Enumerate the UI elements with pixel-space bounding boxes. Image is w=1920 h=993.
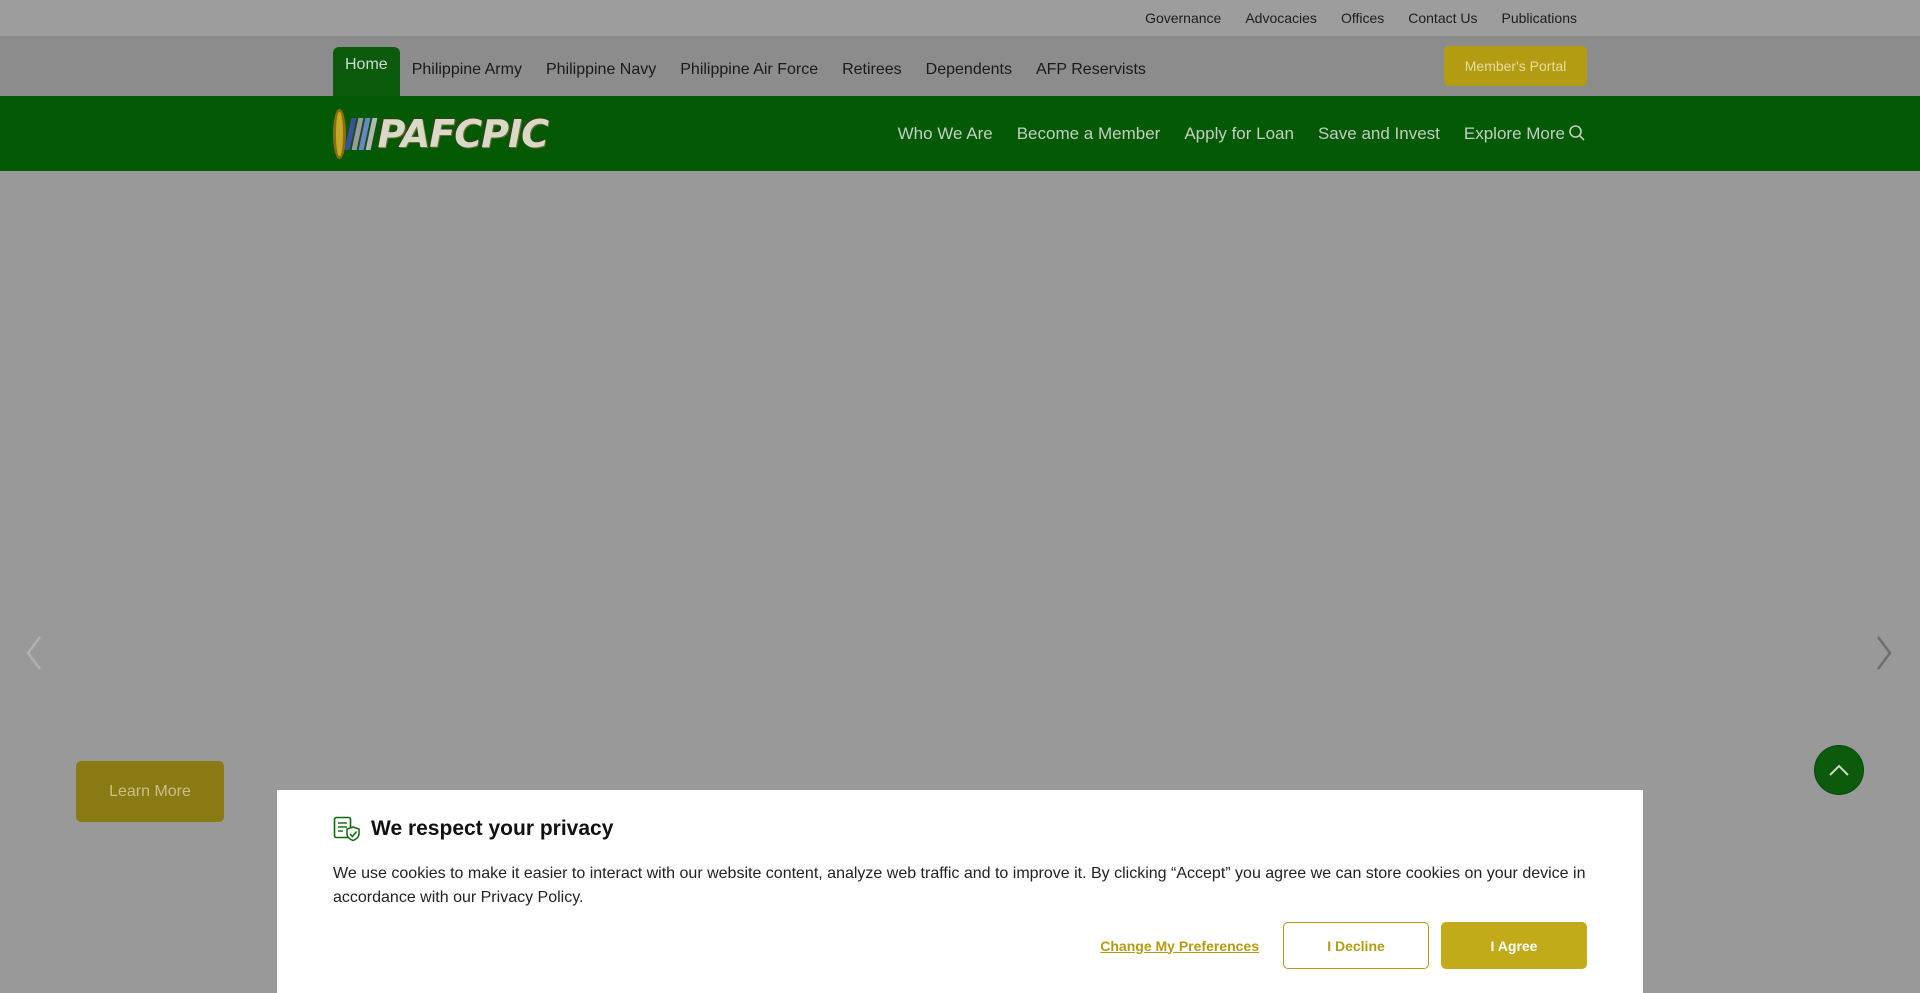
chevron-up-icon	[1829, 764, 1849, 776]
top-utility-bar: Governance Advocacies Offices Contact Us…	[0, 0, 1920, 36]
search-icon[interactable]	[1567, 123, 1587, 143]
cookie-actions: Change My Preferences I Decline I Agree	[1100, 922, 1587, 969]
utility-link-advocacies[interactable]: Advocacies	[1245, 10, 1317, 26]
tab-philippine-air-force[interactable]: Philippine Air Force	[668, 47, 830, 96]
nav-apply-for-loan[interactable]: Apply for Loan	[1184, 124, 1294, 144]
logo-text: PAFCPIC	[377, 112, 549, 156]
main-nav: PAFCPIC Who We Are Become a Member Apply…	[0, 96, 1920, 171]
branch-bar: Home Philippine Army Philippine Navy Phi…	[0, 36, 1920, 96]
pafcpic-logo[interactable]: PAFCPIC	[333, 108, 549, 160]
seal-icon	[333, 109, 367, 159]
change-preferences-link[interactable]: Change My Preferences	[1100, 938, 1259, 954]
chevron-left-icon[interactable]	[24, 633, 44, 673]
learn-more-button[interactable]: Learn More	[76, 761, 224, 822]
tab-retirees[interactable]: Retirees	[830, 47, 914, 96]
cookie-title: We respect your privacy	[371, 817, 614, 840]
scroll-to-top-button[interactable]	[1814, 745, 1864, 795]
branch-tabs: Home Philippine Army Philippine Navy Phi…	[333, 47, 1158, 96]
cookie-title-row: We respect your privacy	[333, 816, 613, 842]
utility-link-contact-us[interactable]: Contact Us	[1408, 10, 1477, 26]
tab-philippine-army[interactable]: Philippine Army	[400, 47, 534, 96]
member-portal-button[interactable]: Member's Portal	[1444, 46, 1587, 86]
utility-link-publications[interactable]: Publications	[1502, 10, 1578, 26]
utility-links: Governance Advocacies Offices Contact Us…	[1121, 0, 1577, 36]
main-nav-links: Who We Are Become a Member Apply for Loa…	[874, 96, 1565, 171]
agree-button[interactable]: I Agree	[1441, 922, 1587, 969]
tab-dependents[interactable]: Dependents	[914, 47, 1024, 96]
utility-link-offices[interactable]: Offices	[1341, 10, 1384, 26]
cookie-description: We use cookies to make it easier to inte…	[333, 865, 1586, 906]
tab-afp-reservists[interactable]: AFP Reservists	[1024, 47, 1158, 96]
nav-become-a-member[interactable]: Become a Member	[1017, 124, 1161, 144]
tab-philippine-navy[interactable]: Philippine Navy	[534, 47, 668, 96]
tab-home[interactable]: Home	[333, 47, 400, 96]
flag-stripes-icon	[344, 118, 377, 150]
nav-explore-more[interactable]: Explore More	[1464, 124, 1565, 144]
nav-who-we-are[interactable]: Who We Are	[898, 124, 993, 144]
cookie-banner: We respect your privacy We use cookies t…	[277, 790, 1643, 993]
chevron-right-icon[interactable]	[1874, 633, 1894, 673]
decline-button[interactable]: I Decline	[1283, 922, 1429, 969]
utility-link-governance[interactable]: Governance	[1145, 10, 1221, 26]
document-shield-icon	[333, 816, 360, 842]
nav-save-and-invest[interactable]: Save and Invest	[1318, 124, 1440, 144]
